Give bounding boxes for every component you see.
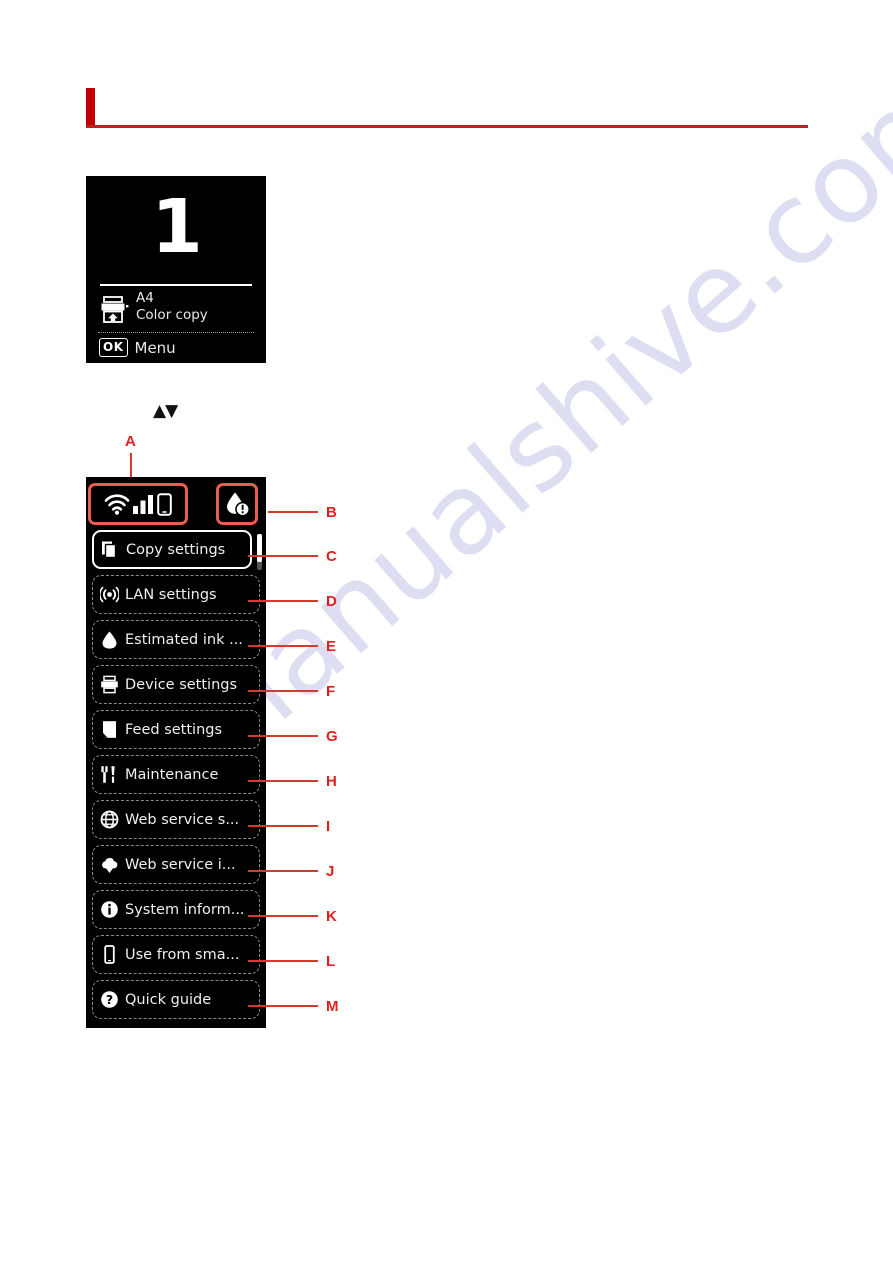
menu-item-estimated-ink[interactable]: Estimated ink ... — [92, 620, 260, 659]
smartphone-icon — [100, 945, 119, 964]
menu-item-web-service-inquiry[interactable]: Web service i... — [92, 845, 260, 884]
menu-item-label: Web service i... — [125, 856, 236, 873]
menu-item-label: Quick guide — [125, 991, 212, 1008]
standby-dotted-separator — [98, 332, 254, 333]
menu-item-system-information[interactable]: System inform... — [92, 890, 260, 929]
callout-j-leader-line — [248, 870, 318, 872]
callout-m-leader-line — [248, 1005, 318, 1007]
menu-item-device-settings[interactable]: Device settings — [92, 665, 260, 704]
menu-item-label: Maintenance — [125, 766, 219, 783]
menu-item-label: Web service s... — [125, 811, 240, 828]
menu-item-label: LAN settings — [125, 586, 217, 603]
setup-menu-screen: Copy settings LAN settings Estimated ink… — [86, 477, 266, 1028]
callout-b-leader-line — [268, 511, 318, 513]
menu-item-label: Estimated ink ... — [125, 631, 243, 648]
menu-item-label: System inform... — [125, 901, 245, 918]
menu-item-label: Device settings — [125, 676, 238, 693]
globe-icon — [100, 810, 119, 829]
callout-c: C — [248, 547, 337, 565]
menu-item-web-service-setup[interactable]: Web service s... — [92, 800, 260, 839]
callout-d-leader-line — [248, 600, 318, 602]
callout-l: L — [248, 952, 335, 970]
up-down-arrows-icon: ▲▼ — [153, 401, 178, 421]
callout-k-leader-line — [248, 915, 318, 917]
callout-h-leader-line — [248, 780, 318, 782]
ok-button-badge[interactable]: OK — [99, 338, 128, 357]
menu-item-label: Feed settings — [125, 721, 223, 738]
wifi-icon — [104, 494, 130, 515]
tools-icon — [100, 765, 119, 784]
info-circle-icon — [100, 900, 119, 919]
copies-count: 1 — [151, 184, 203, 270]
callout-i-leader-line — [248, 825, 318, 827]
menu-hint-label: Menu — [134, 338, 176, 357]
svg-text:?: ? — [106, 992, 113, 1007]
callout-m: M — [248, 997, 339, 1015]
callout-e-letter: E — [326, 637, 337, 655]
header-accent-tick — [86, 88, 95, 128]
page-header-rule — [86, 88, 808, 130]
media-status-row: A4 Color copy — [100, 290, 260, 324]
callout-f-letter: F — [326, 682, 336, 700]
callout-b-letter: B — [326, 503, 337, 521]
copy-pages-icon — [101, 540, 120, 559]
callout-e-leader-line — [248, 645, 318, 647]
status-bar — [86, 477, 266, 530]
start-diamond-icon — [310, 402, 344, 436]
callout-f-leader-line — [248, 690, 318, 692]
callout-f: F — [248, 682, 335, 700]
callout-l-leader-line — [248, 960, 318, 962]
callout-k: K — [248, 907, 337, 925]
callout-m-letter: M — [326, 997, 339, 1015]
callout-e: E — [248, 637, 336, 655]
header-horizontal-line — [86, 125, 808, 128]
wireless-antenna-icon — [100, 585, 119, 604]
menu-item-maintenance[interactable]: Maintenance — [92, 755, 260, 794]
ink-status-group — [216, 483, 258, 525]
copy-standby-screen: 1 A4 Color copy OK Menu — [86, 176, 344, 436]
menu-item-quick-guide[interactable]: ? Quick guide — [92, 980, 260, 1019]
smartphone-icon — [157, 492, 172, 516]
copy-mode-label: Color copy — [136, 307, 208, 323]
printer-icon — [100, 675, 119, 694]
cloud-download-icon — [100, 855, 119, 874]
network-status-group — [88, 483, 188, 525]
standby-divider-line — [100, 284, 252, 286]
media-text-block: A4 Color copy — [136, 290, 208, 324]
callout-c-leader-line — [248, 555, 318, 557]
callout-j: J — [248, 862, 334, 880]
menu-item-use-from-smartphone[interactable]: Use from sma... — [92, 935, 260, 974]
menu-item-lan-settings[interactable]: LAN settings — [92, 575, 260, 614]
callout-b: B — [268, 503, 337, 521]
menu-item-copy-settings[interactable]: Copy settings — [92, 530, 252, 569]
signal-bars-icon — [133, 495, 153, 514]
ink-drop-alert-icon — [227, 492, 250, 517]
paper-sheet-icon — [100, 720, 119, 739]
menu-item-label: Copy settings — [126, 541, 226, 558]
callout-h: H — [248, 772, 337, 790]
menu-item-feed-settings[interactable]: Feed settings — [92, 710, 260, 749]
ink-drop-icon — [100, 630, 119, 649]
question-circle-icon: ? — [100, 990, 119, 1009]
callout-l-letter: L — [326, 952, 336, 970]
printer-feed-icon — [101, 296, 129, 323]
menu-item-label: Use from sma... — [125, 946, 240, 963]
callout-k-letter: K — [326, 907, 337, 925]
callout-i-letter: I — [326, 817, 331, 835]
callout-i: I — [248, 817, 330, 835]
callout-d: D — [248, 592, 337, 610]
callout-g: G — [248, 727, 338, 745]
paper-size-label: A4 — [136, 290, 154, 306]
callout-g-letter: G — [326, 727, 338, 745]
callout-j-letter: J — [326, 862, 335, 880]
callout-g-leader-line — [248, 735, 318, 737]
callout-h-letter: H — [326, 772, 337, 790]
callout-c-letter: C — [326, 547, 337, 565]
callout-a-letter: A — [125, 433, 136, 450]
setup-menu-list: Copy settings LAN settings Estimated ink… — [86, 530, 266, 1025]
callout-d-letter: D — [326, 592, 337, 610]
menu-hint-row[interactable]: OK Menu — [99, 338, 176, 357]
